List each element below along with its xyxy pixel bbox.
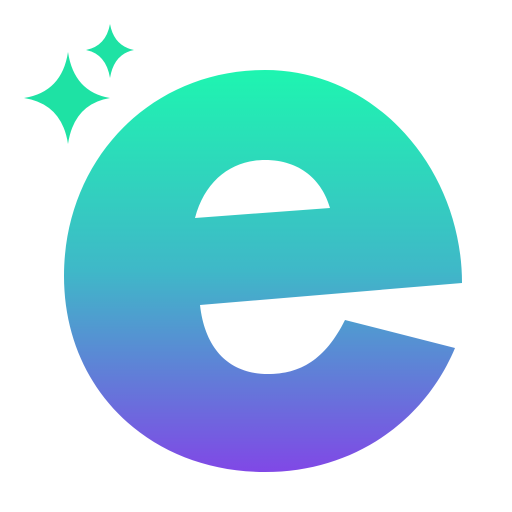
- sparkle-small-icon: [86, 24, 134, 78]
- app-icon-canvas: [0, 0, 512, 512]
- sparkle-e-logo-icon: [24, 24, 462, 472]
- letter-e-mark: [64, 70, 462, 472]
- sparkle-icon: [24, 52, 110, 144]
